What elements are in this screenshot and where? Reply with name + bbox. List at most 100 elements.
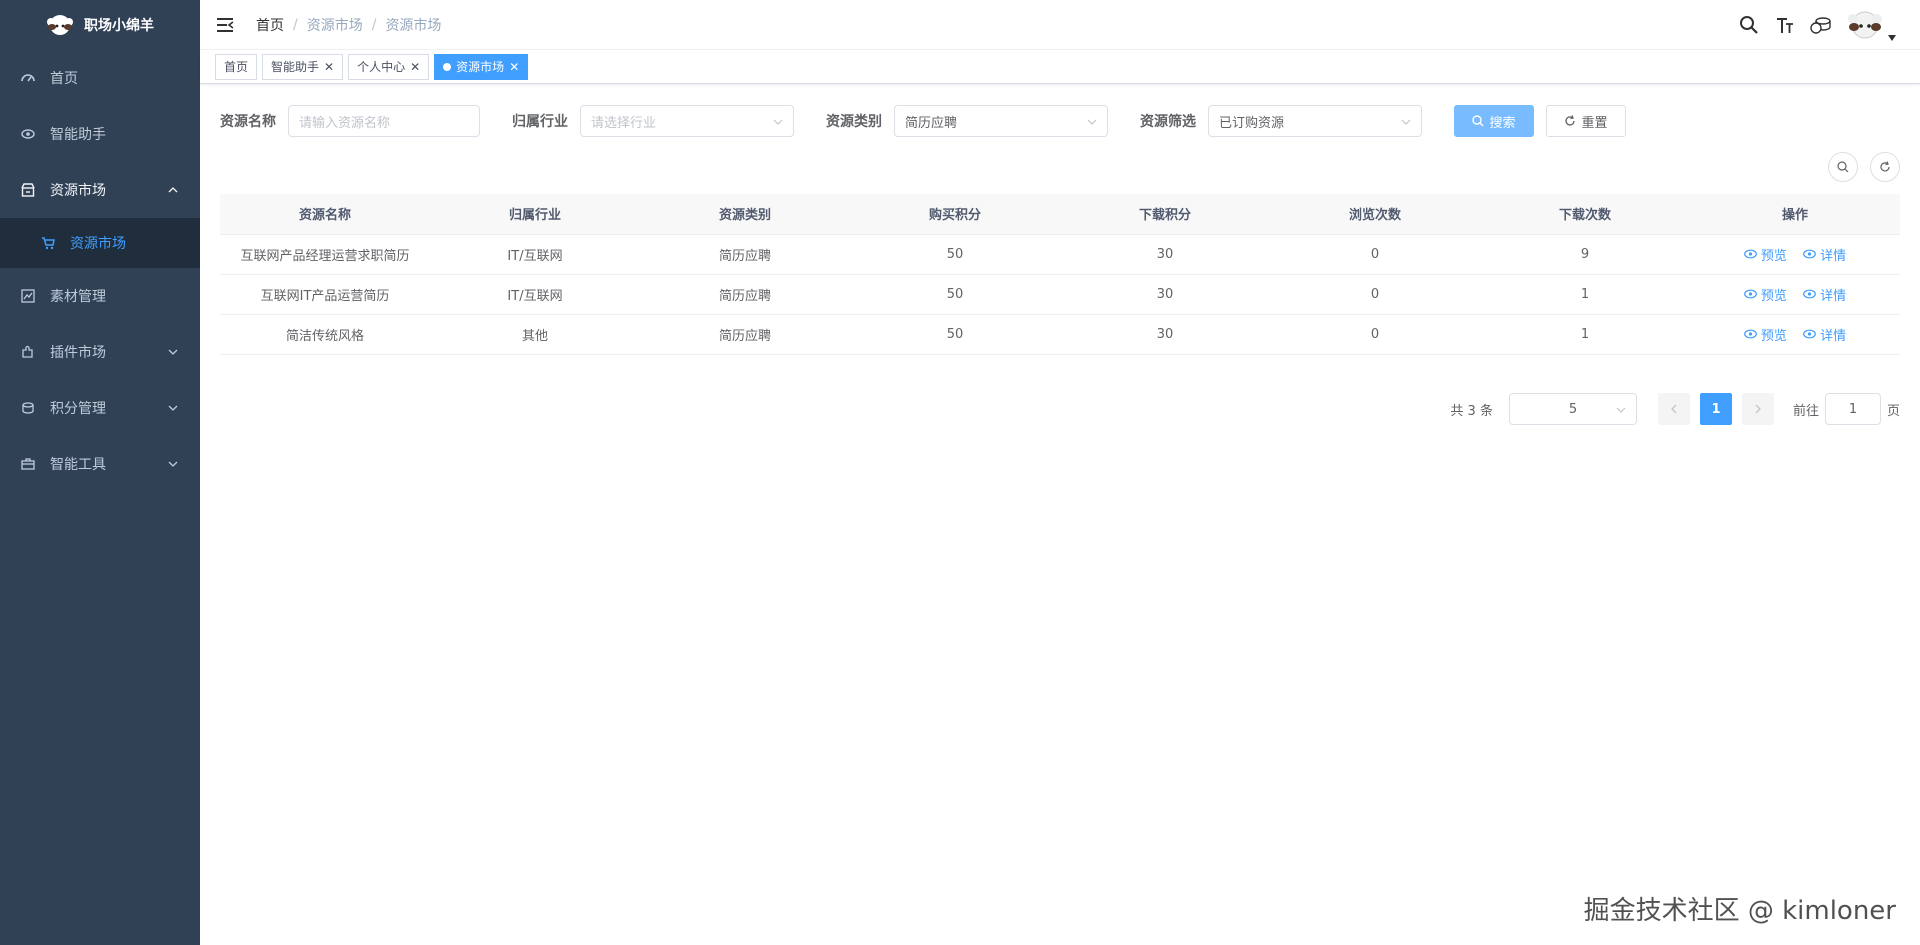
toggle-search-button[interactable] <box>1828 152 1858 182</box>
logo[interactable]: 职场小绵羊 <box>0 0 200 50</box>
sidebar: 职场小绵羊 首页 智能助手 资源市场 资源市场 素材管理 插件市场 积分管理 智… <box>0 0 200 945</box>
sidebar-item-home[interactable]: 首页 <box>0 50 200 106</box>
sidebar-item-plugins[interactable]: 插件市场 <box>0 324 200 380</box>
table-cell: 互联网IT产品运营简历 <box>220 274 430 315</box>
sidebar-item-assistant[interactable]: 智能助手 <box>0 106 200 162</box>
navbar-right-menu <box>1738 0 1896 50</box>
watermark: 掘金技术社区 @ kimloner <box>1583 896 1896 926</box>
page-unit-label: 页 <box>1886 403 1900 419</box>
chevron-down-icon <box>168 405 178 411</box>
preview-label: 预览 <box>1760 248 1787 264</box>
table-cell: IT/互联网 <box>430 234 640 275</box>
prev-page-button[interactable] <box>1657 393 1690 425</box>
tag-assistant[interactable]: 智能助手 ✕ <box>262 53 344 80</box>
close-icon[interactable]: ✕ <box>324 60 334 74</box>
app-root: 职场小绵羊 首页 智能助手 资源市场 资源市场 素材管理 插件市场 积分管理 智… <box>0 0 1920 945</box>
column-header: 资源名称 <box>220 194 430 235</box>
breadcrumb: 首页 / 资源市场 / 资源市场 <box>256 15 441 35</box>
font-size-icon[interactable] <box>1774 14 1796 36</box>
submenu-resource-market: 资源市场 <box>0 218 200 268</box>
breadcrumb-home[interactable]: 首页 <box>256 15 284 35</box>
refresh-button[interactable] <box>1870 152 1900 182</box>
filter-label-name: 资源名称 <box>220 114 276 130</box>
sidebar-item-points[interactable]: 积分管理 <box>0 380 200 436</box>
pagination: 共 3 条 5 1 前往 1 页 <box>1450 393 1900 425</box>
column-header: 浏览次数 <box>1270 194 1480 235</box>
eye-icon <box>1744 289 1757 299</box>
column-header: 下载积分 <box>1060 194 1270 235</box>
active-dot-icon <box>443 62 452 71</box>
category-select[interactable]: 简历应聘 <box>894 105 1108 137</box>
industry-select[interactable]: 请选择行业 <box>580 105 794 137</box>
search-icon <box>1472 115 1484 127</box>
user-menu[interactable] <box>1846 9 1896 41</box>
sidebar-item-resource-market[interactable]: 资源市场 <box>0 162 200 218</box>
eye-icon <box>1803 329 1816 339</box>
preview-link[interactable]: 预览 <box>1744 245 1787 264</box>
breadcrumb-separator: / <box>371 16 377 33</box>
next-page-button[interactable] <box>1741 393 1774 425</box>
preview-link[interactable]: 预览 <box>1744 285 1787 304</box>
tag-profile[interactable]: 个人中心 ✕ <box>348 53 430 80</box>
goto-page-input[interactable]: 1 <box>1824 393 1881 425</box>
goto-label: 前往 <box>1792 403 1819 419</box>
chevron-down-icon <box>168 461 178 467</box>
screen-select[interactable]: 已订购资源 <box>1208 105 1422 137</box>
sheep-logo-icon <box>47 15 73 35</box>
reset-button[interactable]: 重置 <box>1546 105 1626 137</box>
resource-name-input[interactable]: 请输入资源名称 <box>288 105 480 137</box>
coins-icon[interactable] <box>1810 14 1832 36</box>
app-title: 职场小绵羊 <box>84 18 154 34</box>
column-header: 下载次数 <box>1480 194 1690 235</box>
search-button[interactable]: 搜索 <box>1454 105 1534 137</box>
table-cell: 简洁传统风格 <box>220 314 430 355</box>
table-cell: 50 <box>850 314 1060 355</box>
page-number-active[interactable]: 1 <box>1699 393 1732 425</box>
detail-link[interactable]: 详情 <box>1803 325 1846 344</box>
puzzle-icon <box>20 344 36 360</box>
table-cell: 1 <box>1480 314 1690 355</box>
refresh-icon <box>1880 161 1890 172</box>
sidebar-subitem-resource-market[interactable]: 资源市场 <box>0 218 200 268</box>
column-header: 资源类别 <box>640 194 850 235</box>
sidebar-item-materials[interactable]: 素材管理 <box>0 268 200 324</box>
tag-home[interactable]: 首页 <box>215 53 258 80</box>
chart-icon <box>20 288 36 304</box>
tag-label: 个人中心 <box>357 60 406 74</box>
table-cell: 9 <box>1480 234 1690 275</box>
table-cell-actions: 预览 详情 <box>1690 314 1900 355</box>
eye-icon <box>1744 329 1757 339</box>
chevron-right-icon <box>1755 404 1761 414</box>
hamburger-icon[interactable] <box>216 16 234 34</box>
page-size-select[interactable]: 5 <box>1508 393 1637 425</box>
table-cell: 0 <box>1270 274 1480 315</box>
chevron-down-icon <box>1616 407 1626 413</box>
detail-link[interactable]: 详情 <box>1803 285 1846 304</box>
table-cell: 30 <box>1060 314 1270 355</box>
tag-resource-market[interactable]: 资源市场 ✕ <box>434 53 529 80</box>
sidebar-item-tools[interactable]: 智能工具 <box>0 436 200 492</box>
sidebar-item-label: 插件市场 <box>50 345 106 361</box>
page-size-value: 5 <box>1568 401 1578 417</box>
filter-label-category: 资源类别 <box>826 114 882 130</box>
select-value: 已订购资源 <box>1219 115 1285 131</box>
table-row: 互联网IT产品运营简历 IT/互联网 简历应聘 50 30 0 1 预览 详情 <box>220 274 1900 315</box>
column-header: 归属行业 <box>430 194 640 235</box>
preview-link[interactable]: 预览 <box>1744 325 1787 344</box>
table-cell: 1 <box>1480 274 1690 315</box>
table-cell: 30 <box>1060 234 1270 275</box>
search-icon[interactable] <box>1738 14 1760 36</box>
close-icon[interactable]: ✕ <box>509 60 519 74</box>
tag-label: 首页 <box>224 60 249 74</box>
sidebar-item-label: 智能工具 <box>50 457 106 473</box>
table-cell: 0 <box>1270 234 1480 275</box>
eye-icon <box>20 126 36 142</box>
store-icon <box>20 182 36 198</box>
close-icon[interactable]: ✕ <box>410 60 420 74</box>
table-cell: 简历应聘 <box>640 234 850 275</box>
input-placeholder: 请输入资源名称 <box>299 115 391 131</box>
chevron-up-icon <box>168 187 178 193</box>
detail-link[interactable]: 详情 <box>1803 245 1846 264</box>
table-cell-actions: 预览 详情 <box>1690 274 1900 315</box>
main-area: 首页 / 资源市场 / 资源市场 首页 智能助手 ✕ 个人中心 ✕ 资源市场 ✕… <box>200 0 1920 945</box>
